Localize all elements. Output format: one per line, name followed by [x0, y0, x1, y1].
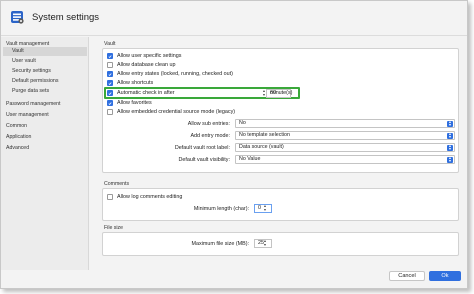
default-vault-root-label-label: Default vault root label: [174, 145, 230, 151]
file-size-panel: Maximum file size (MB): 25 ▲ ▼ [102, 232, 459, 256]
sidebar-item-purge-data-sets[interactable]: Purge data sets [11, 87, 87, 96]
checkbox[interactable] [107, 53, 113, 59]
default-vault-root-label-select[interactable]: Data source (vault) ▲ ▼ [235, 143, 455, 152]
select-value: No template selection [239, 132, 290, 138]
up-down-chevron-icon: ▲ ▼ [447, 156, 453, 163]
default-vault-visibility-select[interactable]: No Value ▲ ▼ [235, 155, 455, 164]
sidebar-section-application[interactable]: Application [6, 134, 31, 140]
checkbox[interactable] [107, 100, 113, 106]
checkmark-icon [108, 72, 112, 76]
settings-app-icon [11, 11, 24, 24]
up-down-chevron-icon: ▲ ▼ [447, 144, 453, 151]
sidebar-section-user-management[interactable]: User management [6, 112, 49, 118]
allow-sub-entries-label: Allow sub entries: [187, 121, 230, 127]
checkbox[interactable] [107, 80, 113, 86]
vault-panel: Allow user specific settings Allow datab… [102, 48, 459, 173]
select-value: No Value [239, 156, 261, 162]
window-title: System settings [32, 12, 100, 23]
settings-content: Vault Allow user specific settings Allow… [96, 39, 462, 268]
checkbox-label: Allow favorites [117, 100, 152, 106]
file-size-group-label: File size [104, 225, 124, 231]
cancel-button[interactable]: Cancel [389, 271, 425, 281]
sidebar-item-default-permissions[interactable]: Default permissions [11, 77, 87, 86]
checkbox-label: Allow log comments editing [117, 194, 183, 200]
maximum-file-size-label: Maximum file size (MB): [191, 241, 249, 247]
default-vault-visibility-label: Default vault visibility: [178, 157, 230, 163]
allow-user-specific-settings-option[interactable]: Allow user specific settings [107, 52, 181, 60]
checkbox[interactable] [107, 90, 113, 96]
add-entry-mode-select[interactable]: No template selection ▲ ▼ [235, 131, 455, 140]
up-down-chevron-icon: ▲ ▼ [447, 132, 453, 139]
allow-log-comments-editing-option[interactable]: Allow log comments editing [107, 193, 182, 201]
sidebar-section-advanced[interactable]: Advanced [6, 145, 29, 151]
checkbox[interactable] [107, 62, 113, 68]
maximum-file-size-stepper[interactable]: ▲ ▼ [262, 239, 268, 248]
sidebar-item-vault[interactable]: Vault [3, 47, 87, 56]
select-value: No [239, 120, 246, 126]
automatic-check-in-option[interactable]: Automatic check in after [107, 89, 175, 97]
select-value: Data source (vault) [239, 144, 284, 150]
comments-panel: Allow log comments editing Minimum lengt… [102, 188, 459, 221]
checkmark-icon [108, 101, 112, 105]
checkbox-label: Allow user specific settings [117, 53, 182, 59]
checkmark-icon [108, 91, 112, 95]
allow-embedded-credential-option[interactable]: Allow embedded credential source mode (l… [107, 108, 235, 116]
allow-favorites-option[interactable]: Allow favorites [107, 99, 152, 107]
checkbox[interactable] [107, 109, 113, 115]
allow-database-clean-up-option[interactable]: Allow database clean up [107, 61, 175, 69]
allow-shortcuts-option[interactable]: Allow shortcuts [107, 79, 153, 87]
checkbox-label: Allow database clean up [117, 62, 176, 68]
checkmark-icon [108, 81, 112, 85]
checkbox-label: Allow embedded credential source mode (l… [117, 109, 236, 115]
checkbox-label: Allow shortcuts [117, 80, 154, 86]
checkin-unit-label: minute(s) [270, 90, 293, 96]
checkin-minutes-stepper[interactable]: ▲ ▼ [261, 89, 267, 98]
minimum-length-label: Minimum length (char): [193, 206, 249, 212]
sidebar-item-user-vault[interactable]: User vault [11, 57, 87, 66]
ok-button[interactable]: Ok [429, 271, 461, 281]
settings-window: System settings Vault management Vault U… [0, 0, 468, 289]
checkbox[interactable] [107, 194, 113, 200]
checkbox[interactable] [107, 71, 113, 77]
checkbox-label: Allow entry states (locked, running, che… [117, 71, 233, 77]
settings-sidebar: Vault management Vault User vault Securi… [1, 37, 89, 270]
title-bar: System settings [1, 1, 467, 36]
sidebar-item-security-settings[interactable]: Security settings [11, 67, 87, 76]
checkbox-label: Automatic check in after [117, 90, 175, 96]
sidebar-section-password-management[interactable]: Password management [6, 101, 61, 107]
checkmark-icon [108, 54, 112, 58]
vault-group-label: Vault [104, 41, 116, 47]
minimum-length-stepper[interactable]: ▲ ▼ [262, 204, 268, 213]
allow-sub-entries-select[interactable]: No ▲ ▼ [235, 119, 455, 128]
allow-entry-states-option[interactable]: Allow entry states (locked, running, che… [107, 70, 233, 78]
sidebar-section-common[interactable]: Common [6, 123, 27, 129]
up-down-chevron-icon: ▲ ▼ [447, 120, 453, 127]
add-entry-mode-label: Add entry mode: [190, 133, 230, 139]
comments-group-label: Comments [104, 181, 130, 187]
